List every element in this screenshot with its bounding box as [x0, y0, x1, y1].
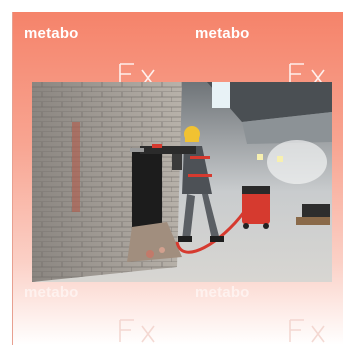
f-x-watermark-icon [119, 319, 155, 343]
brand-logo: metabo [24, 25, 79, 42]
product-photo [32, 82, 332, 282]
f-x-watermark-icon [289, 319, 325, 343]
banner: metabo metabo metabo metabo [0, 0, 343, 345]
brand-logo: metabo [195, 284, 250, 301]
brand-logo: metabo [24, 284, 79, 301]
brand-logo: metabo [195, 25, 250, 42]
